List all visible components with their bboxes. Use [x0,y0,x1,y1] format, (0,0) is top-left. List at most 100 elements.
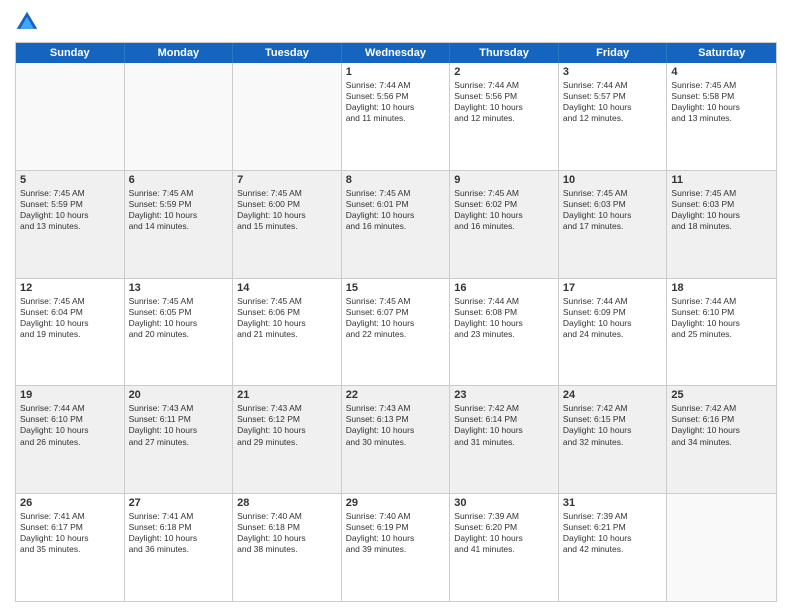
day-number: 28 [237,497,337,509]
day-number: 7 [237,174,337,186]
calendar-cell-18: 18Sunrise: 7:44 AMSunset: 6:10 PMDayligh… [667,279,776,386]
day-number: 29 [346,497,446,509]
calendar-cell-29: 29Sunrise: 7:40 AMSunset: 6:19 PMDayligh… [342,494,451,601]
cell-line: Sunset: 6:11 PM [129,414,229,425]
cell-line: Daylight: 10 hours [346,102,446,113]
cell-line: Sunset: 6:15 PM [563,414,663,425]
day-number: 13 [129,282,229,294]
day-number: 5 [20,174,120,186]
cell-line: Sunset: 6:19 PM [346,522,446,533]
day-number: 6 [129,174,229,186]
cell-line: Daylight: 10 hours [454,102,554,113]
header [15,10,777,34]
cell-line: Sunrise: 7:45 AM [129,188,229,199]
calendar-cell-31: 31Sunrise: 7:39 AMSunset: 6:21 PMDayligh… [559,494,668,601]
day-number: 31 [563,497,663,509]
cell-line: Daylight: 10 hours [20,210,120,221]
calendar-week-4: 19Sunrise: 7:44 AMSunset: 6:10 PMDayligh… [16,386,776,494]
cell-line: and 12 minutes. [563,113,663,124]
weekday-header-friday: Friday [559,43,668,63]
calendar-cell-1: 1 Sunrise: 7:44 AMSunset: 5:56 PMDaylight… [342,63,451,170]
calendar-cell-7: 7Sunrise: 7:45 AMSunset: 6:00 PMDaylight… [233,171,342,278]
cell-line: Sunset: 6:03 PM [563,199,663,210]
cell-line: and 21 minutes. [237,329,337,340]
calendar-week-5: 26Sunrise: 7:41 AMSunset: 6:17 PMDayligh… [16,494,776,601]
cell-line: Daylight: 10 hours [237,533,337,544]
cell-line: Sunset: 6:05 PM [129,307,229,318]
cell-line: Sunrise: 7:45 AM [20,296,120,307]
cell-line: and 13 minutes. [20,221,120,232]
calendar-week-3: 12Sunrise: 7:45 AMSunset: 6:04 PMDayligh… [16,279,776,387]
cell-line: Sunrise: 7:45 AM [237,296,337,307]
cell-line: Daylight: 10 hours [671,318,772,329]
weekday-header-thursday: Thursday [450,43,559,63]
cell-line: and 32 minutes. [563,437,663,448]
day-number: 4 [671,66,772,78]
cell-line: and 16 minutes. [346,221,446,232]
day-number: 2 [454,66,554,78]
calendar-cell-4: 4Sunrise: 7:45 AMSunset: 5:58 PMDaylight… [667,63,776,170]
cell-line: and 16 minutes. [454,221,554,232]
cell-line: Sunset: 5:57 PM [563,91,663,102]
cell-line: Sunrise: 7:44 AM [20,403,120,414]
calendar-cell-10: 10Sunrise: 7:45 AMSunset: 6:03 PMDayligh… [559,171,668,278]
cell-line: and 30 minutes. [346,437,446,448]
day-number: 22 [346,389,446,401]
calendar-cell-12: 12Sunrise: 7:45 AMSunset: 6:04 PMDayligh… [16,279,125,386]
calendar-week-1: 1Sunrise: 7:44 AMSunset: 5:56 PMDaylight… [16,63,776,171]
cell-line: Sunrise: 7:39 AM [454,511,554,522]
cell-line: and 19 minutes. [20,329,120,340]
calendar-cell-25: 25Sunrise: 7:42 AMSunset: 6:16 PMDayligh… [667,386,776,493]
cell-line: Sunrise: 7:45 AM [671,188,772,199]
calendar-week-2: 5Sunrise: 7:45 AMSunset: 5:59 PMDaylight… [16,171,776,279]
cell-line: Daylight: 10 hours [346,425,446,436]
cell-line: Sunrise: 7:45 AM [454,188,554,199]
calendar-cell-26: 26Sunrise: 7:41 AMSunset: 6:17 PMDayligh… [16,494,125,601]
calendar-cell-14: 14Sunrise: 7:45 AMSunset: 6:06 PMDayligh… [233,279,342,386]
weekday-header-saturday: Saturday [667,43,776,63]
day-number: 16 [454,282,554,294]
cell-line: Sunset: 6:13 PM [346,414,446,425]
calendar: SundayMondayTuesdayWednesdayThursdayFrid… [15,42,777,602]
cell-line: and 23 minutes. [454,329,554,340]
day-number: 25 [671,389,772,401]
calendar-cell-8: 8Sunrise: 7:45 AMSunset: 6:01 PMDaylight… [342,171,451,278]
cell-line: Daylight: 10 hours [454,533,554,544]
cell-line: and 26 minutes. [20,437,120,448]
cell-line: Daylight: 10 hours [129,425,229,436]
cell-line: and 20 minutes. [129,329,229,340]
cell-line: Sunrise: 7:45 AM [563,188,663,199]
calendar-cell-20: 20Sunrise: 7:43 AMSunset: 6:11 PMDayligh… [125,386,234,493]
cell-line: Daylight: 10 hours [346,533,446,544]
cell-line: Daylight: 10 hours [454,318,554,329]
cell-line: and 25 minutes. [671,329,772,340]
cell-line: Daylight: 10 hours [129,533,229,544]
calendar-cell-3: 3Sunrise: 7:44 AMSunset: 5:57 PMDaylight… [559,63,668,170]
cell-line: Sunrise: 7:44 AM [454,296,554,307]
cell-line: Sunset: 6:16 PM [671,414,772,425]
cell-line: Daylight: 10 hours [563,425,663,436]
calendar-cell-19: 19Sunrise: 7:44 AMSunset: 6:10 PMDayligh… [16,386,125,493]
cell-line: and 22 minutes. [346,329,446,340]
cell-line: Sunset: 6:18 PM [237,522,337,533]
day-number: 12 [20,282,120,294]
cell-line: Sunset: 6:18 PM [129,522,229,533]
cell-line: and 31 minutes. [454,437,554,448]
cell-line: Sunrise: 7:42 AM [454,403,554,414]
cell-line: Daylight: 10 hours [237,318,337,329]
cell-line: Sunset: 5:56 PM [346,91,446,102]
cell-line: and 13 minutes. [671,113,772,124]
cell-line: Sunset: 5:59 PM [129,199,229,210]
cell-line: Sunset: 6:21 PM [563,522,663,533]
calendar-cell-21: 21Sunrise: 7:43 AMSunset: 6:12 PMDayligh… [233,386,342,493]
cell-line: Sunrise: 7:44 AM [346,80,446,91]
day-number: 1 [346,66,446,78]
cell-line: and 14 minutes. [129,221,229,232]
cell-line: Sunrise: 7:41 AM [20,511,120,522]
cell-line: Sunrise: 7:45 AM [346,188,446,199]
cell-line: Daylight: 10 hours [563,102,663,113]
calendar-cell-28: 28 Sunrise: 7:40 AMSunset: 6:18 PMDayligh… [233,494,342,601]
cell-line: Sunset: 5:56 PM [454,91,554,102]
cell-line: Sunset: 6:09 PM [563,307,663,318]
cell-line: Sunrise: 7:40 AM [237,511,337,522]
